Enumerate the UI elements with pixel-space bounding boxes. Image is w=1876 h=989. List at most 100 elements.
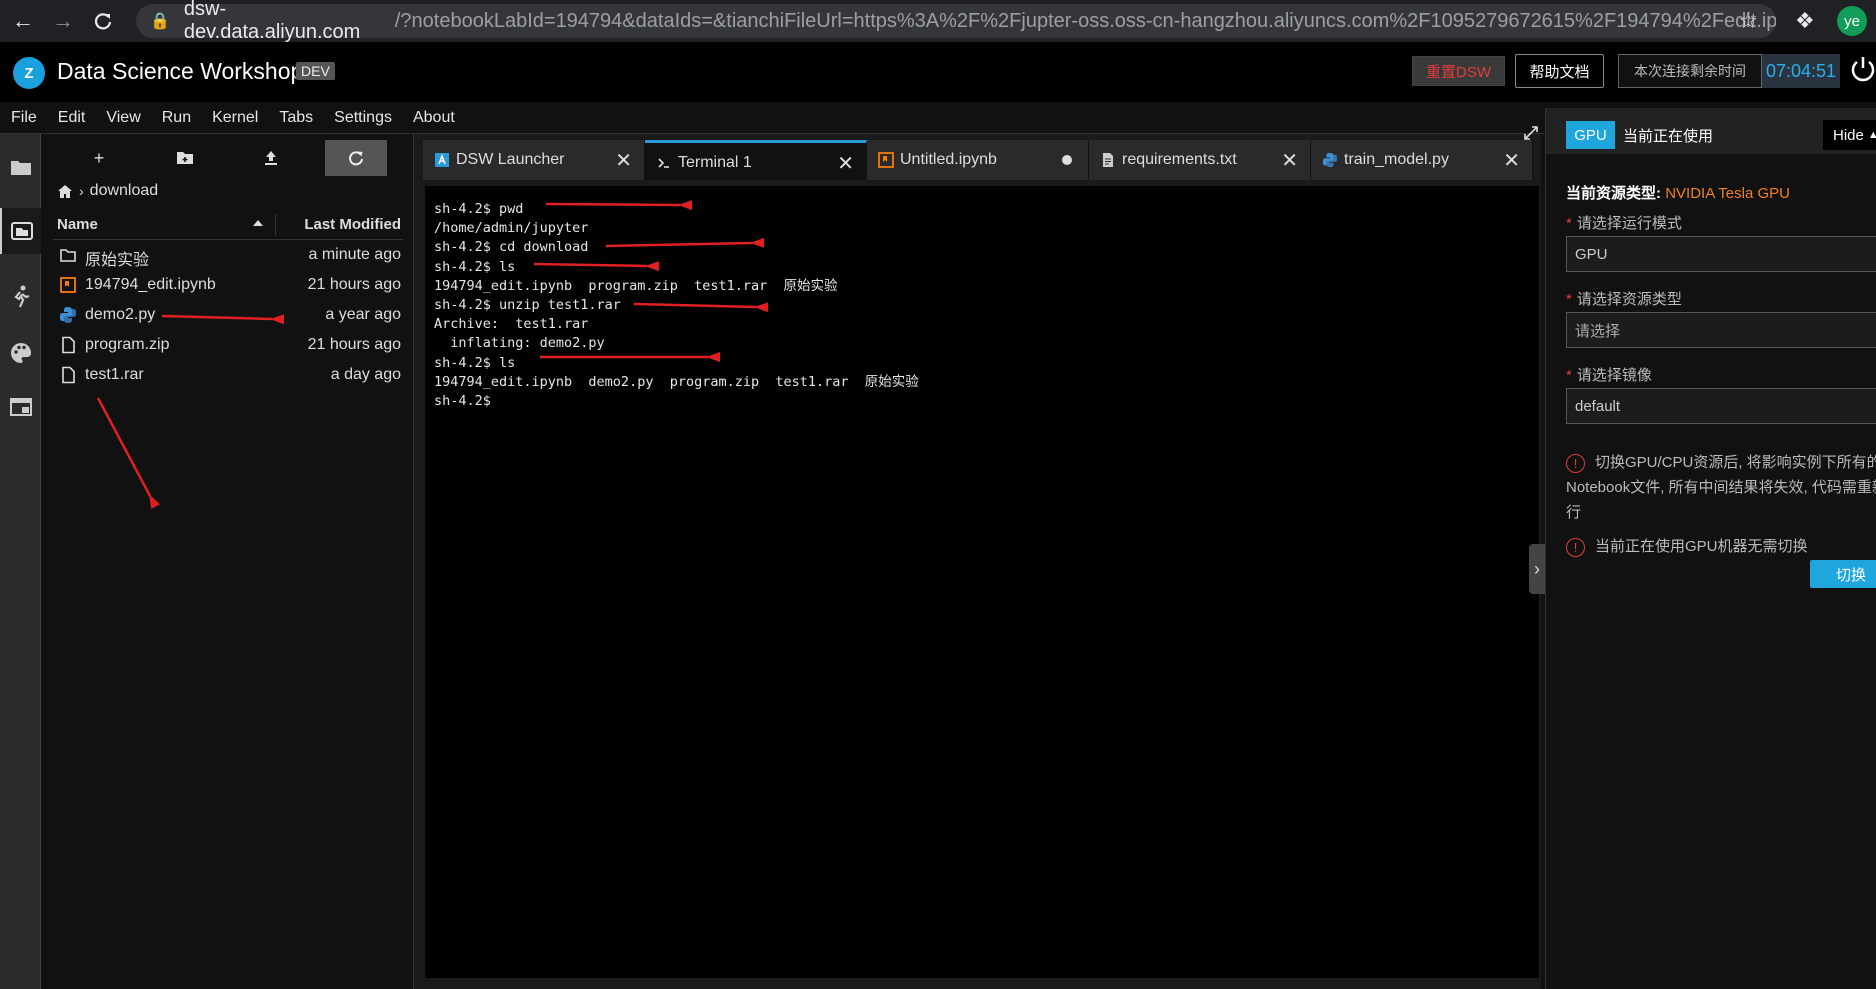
menu-run[interactable]: Run bbox=[162, 109, 191, 127]
breadcrumb: › download bbox=[57, 182, 158, 200]
file-list: 原始实验 a minute ago 194794_edit.ipynb 21 h… bbox=[53, 240, 403, 390]
hide-label: Hide bbox=[1833, 126, 1864, 144]
panel-splitter[interactable] bbox=[413, 134, 423, 989]
file-name: 194794_edit.ipynb bbox=[85, 276, 216, 293]
tab-train-model-py[interactable]: train_model.py ✕ bbox=[1311, 140, 1533, 180]
tab-terminal-1[interactable]: Terminal 1 ✕ bbox=[645, 140, 867, 180]
file-name: demo2.py bbox=[85, 306, 156, 323]
terminal-line: /home/admin/jupyter bbox=[434, 220, 589, 237]
terminal-output[interactable]: sh-4.2$ pwd /home/admin/jupyter sh-4.2$ … bbox=[425, 186, 1539, 978]
env-badge: DEV bbox=[296, 62, 335, 80]
file-modified: a minute ago bbox=[308, 246, 401, 263]
terminal-line: sh-4.2$ ls bbox=[434, 258, 516, 275]
menu-view[interactable]: View bbox=[106, 109, 140, 127]
open-tabs-icon[interactable] bbox=[0, 208, 41, 254]
file-row-zip[interactable]: program.zip 21 hours ago bbox=[53, 330, 403, 360]
tab-label: Terminal 1 bbox=[678, 154, 752, 171]
terminal-line: sh-4.2$ ls bbox=[434, 354, 516, 371]
palette-icon[interactable] bbox=[0, 330, 41, 376]
terminal-icon bbox=[658, 158, 669, 168]
home-icon[interactable] bbox=[57, 184, 73, 199]
mode-select[interactable]: GPU bbox=[1566, 236, 1876, 272]
menu-tabs[interactable]: Tabs bbox=[279, 109, 313, 127]
refresh-icon[interactable] bbox=[325, 140, 387, 176]
mode-label: 请选择运行模式 bbox=[1576, 215, 1682, 232]
window-icon[interactable] bbox=[0, 384, 41, 430]
menu-kernel[interactable]: Kernel bbox=[212, 109, 258, 127]
close-icon[interactable]: ✕ bbox=[837, 151, 854, 176]
new-launcher-plus-icon[interactable]: + bbox=[77, 144, 121, 172]
file-icon bbox=[62, 336, 75, 354]
hide-button[interactable]: Hide ▲ bbox=[1823, 120, 1876, 150]
gpu-warning-text: 当前正在使用GPU机器无需切换 bbox=[1595, 538, 1808, 555]
file-browser: + › download Name Last Modified 原始实验 a m… bbox=[41, 134, 413, 989]
launcher-icon bbox=[435, 153, 449, 167]
file-row-folder[interactable]: 原始实验 a minute ago bbox=[53, 240, 403, 270]
gpu-tag: GPU bbox=[1566, 121, 1615, 149]
close-icon[interactable]: ✕ bbox=[1503, 148, 1520, 173]
file-name: test1.rar bbox=[85, 366, 144, 383]
in-use-label: 当前正在使用 bbox=[1623, 128, 1714, 145]
column-name[interactable]: Name bbox=[57, 216, 98, 233]
close-icon[interactable]: ✕ bbox=[1281, 148, 1298, 173]
running-icon[interactable] bbox=[0, 274, 41, 320]
switch-button[interactable]: 切换 bbox=[1810, 560, 1876, 588]
close-icon[interactable]: ✕ bbox=[615, 148, 632, 173]
reset-dsw-button[interactable]: 重置DSW bbox=[1412, 56, 1505, 86]
column-divider[interactable] bbox=[275, 214, 276, 236]
bookmark-star-icon[interactable]: ☆ bbox=[1738, 8, 1758, 34]
switch-warning: ! 切换GPU/CPU资源后, 将影响实例下所有的 Notebook文件, 所有中… bbox=[1566, 450, 1876, 525]
resource-label-row: * 请选择资源类型 bbox=[1566, 291, 1682, 308]
main-dock-area: DSW Launcher ✕ Terminal 1 ✕ Untitled.ipy… bbox=[423, 134, 1541, 989]
activity-bar bbox=[0, 134, 41, 989]
image-select[interactable]: default bbox=[1566, 388, 1876, 424]
tab-label: DSW Launcher bbox=[456, 151, 565, 168]
menu-about[interactable]: About bbox=[413, 109, 455, 127]
back-arrow-icon[interactable]: ← bbox=[6, 4, 40, 38]
python-icon bbox=[1322, 152, 1338, 168]
resource-select[interactable]: 请选择 bbox=[1566, 312, 1876, 348]
url-path: /?notebookLabId=194794&dataIds=&tianchiF… bbox=[394, 9, 1776, 32]
menu-file[interactable]: File bbox=[11, 109, 37, 127]
breadcrumb-download[interactable]: download bbox=[90, 182, 159, 200]
tab-untitled-ipynb[interactable]: Untitled.ipynb bbox=[867, 140, 1089, 180]
app-header: Z Data Science Workshop DEV 重置DSW 帮助文档 本… bbox=[0, 42, 1876, 102]
extensions-puzzle-icon[interactable]: ❖ bbox=[1795, 8, 1815, 34]
unsaved-dot-icon[interactable] bbox=[1062, 155, 1072, 165]
menu-settings[interactable]: Settings bbox=[334, 109, 392, 127]
warning-line-3: 行 bbox=[1566, 504, 1582, 521]
warning-line-1: 切换GPU/CPU资源后, 将影响实例下所有的 bbox=[1595, 454, 1876, 471]
file-row-notebook[interactable]: 194794_edit.ipynb 21 hours ago bbox=[53, 270, 403, 300]
expand-icon[interactable] bbox=[1522, 124, 1540, 142]
menu-edit[interactable]: Edit bbox=[58, 109, 86, 127]
warning-line-2: Notebook文件, 所有中间结果将失效, 代码需重新 bbox=[1566, 479, 1876, 496]
tab-label: Untitled.ipynb bbox=[900, 151, 997, 168]
chevron-right-collapse-icon[interactable]: › bbox=[1529, 544, 1545, 594]
terminal-line: sh-4.2$ bbox=[434, 392, 491, 409]
profile-avatar[interactable]: ye bbox=[1837, 6, 1867, 36]
new-folder-icon[interactable] bbox=[163, 144, 207, 172]
help-docs-button[interactable]: 帮助文档 bbox=[1515, 54, 1604, 88]
forward-arrow-icon[interactable]: → bbox=[46, 4, 80, 38]
terminal-line: 194794_edit.ipynb demo2.py program.zip t… bbox=[434, 373, 919, 390]
browser-toolbar: ← → 🔒 dsw-dev.data.aliyun.com /?notebook… bbox=[0, 0, 1876, 43]
folder-icon bbox=[60, 249, 76, 262]
dsw-logo-icon: Z bbox=[13, 57, 45, 89]
tab-label: requirements.txt bbox=[1122, 151, 1237, 168]
image-label-row: * 请选择镜像 bbox=[1566, 367, 1652, 384]
reload-icon[interactable] bbox=[86, 4, 120, 38]
power-icon[interactable] bbox=[1850, 54, 1876, 88]
tab-requirements-txt[interactable]: requirements.txt ✕ bbox=[1089, 140, 1311, 180]
file-row-rar[interactable]: test1.rar a day ago bbox=[53, 360, 403, 390]
folder-icon[interactable] bbox=[0, 144, 41, 190]
tab-bar: DSW Launcher ✕ Terminal 1 ✕ Untitled.ipy… bbox=[423, 140, 1541, 180]
column-last-modified[interactable]: Last Modified bbox=[304, 216, 401, 233]
resource-type-row: 当前资源类型: NVIDIA Tesla GPU bbox=[1566, 185, 1790, 202]
tab-dsw-launcher[interactable]: DSW Launcher ✕ bbox=[423, 140, 645, 180]
address-bar[interactable]: 🔒 dsw-dev.data.aliyun.com /?notebookLabI… bbox=[136, 0, 1776, 43]
file-row-python[interactable]: demo2.py a year ago bbox=[53, 300, 403, 330]
mode-label-row: * 请选择运行模式 bbox=[1566, 215, 1682, 232]
chevron-up-icon: ▲ bbox=[1867, 129, 1876, 141]
file-modified: a year ago bbox=[325, 306, 401, 323]
upload-icon[interactable] bbox=[249, 144, 293, 172]
